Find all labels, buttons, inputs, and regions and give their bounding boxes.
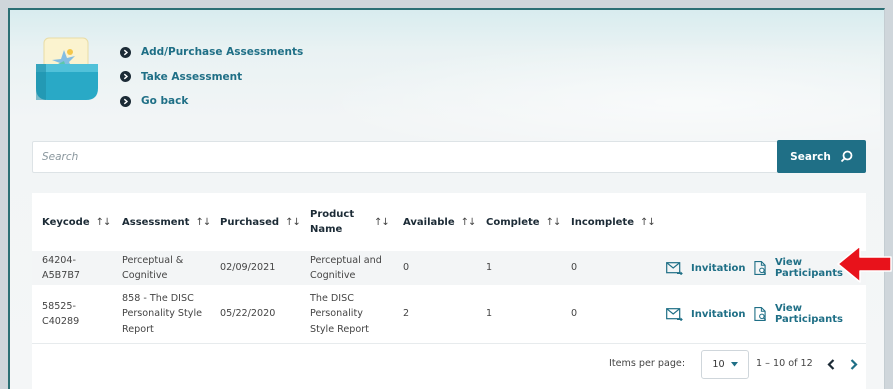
sort-icon: ↑↓ — [460, 216, 477, 228]
cell-available: 0 — [403, 262, 410, 274]
search-input[interactable] — [32, 141, 778, 173]
chevron-right-circle-icon — [120, 46, 131, 58]
cell-purchased: 05/22/2020 — [220, 308, 276, 320]
invitation-button[interactable]: Invitation — [666, 251, 746, 285]
column-header-incomplete[interactable]: Incomplete ↑↓ — [571, 193, 656, 251]
red-arrow-icon — [837, 245, 892, 283]
table-row: 58525-C40289 858 - The DISC Personality … — [32, 285, 866, 344]
chevron-right-circle-icon — [120, 71, 131, 83]
cell-purchased: 02/09/2021 — [220, 262, 276, 274]
column-header-keycode[interactable]: Keycode ↑↓ — [42, 193, 112, 251]
cell-complete: 1 — [486, 308, 493, 320]
cell-keycode: 64204-A5B7B7 — [42, 254, 81, 281]
cell-assessment: Perceptual & Cognitive — [122, 254, 184, 281]
previous-page-button[interactable] — [822, 355, 840, 373]
envelope-icon — [666, 307, 683, 321]
go-back-link[interactable]: Go back — [120, 89, 303, 114]
table-row: 64204-A5B7B7 Perceptual & Cognitive 02/0… — [32, 251, 866, 285]
next-page-button[interactable] — [845, 355, 863, 373]
view-participants-button[interactable]: View Participants — [754, 285, 866, 343]
chevron-left-icon — [827, 358, 835, 370]
sort-icon: ↑↓ — [285, 216, 301, 228]
quick-links: Add/Purchase Assessments Take Assessment… — [120, 40, 303, 114]
assessments-table: Keycode ↑↓ Assessment ↑↓ Purchased ↑↓ Produ… — [32, 193, 866, 389]
page-range-label: 1 – 10 of 12 — [756, 358, 813, 369]
chevron-right-circle-icon — [120, 95, 131, 107]
link-label: Take Assessment — [141, 70, 243, 83]
caret-down-icon — [730, 362, 738, 367]
link-label: Add/Purchase Assessments — [141, 46, 304, 59]
envelope-icon — [666, 261, 683, 275]
chevron-right-icon — [850, 358, 858, 370]
cell-incomplete: 0 — [571, 308, 578, 320]
search-button[interactable]: Search — [777, 140, 866, 173]
sort-icon: ↑↓ — [640, 216, 656, 228]
cell-keycode: 58525-C40289 — [42, 300, 80, 327]
search-bar: Search — [32, 140, 866, 173]
sort-icon: ↑↓ — [545, 216, 562, 228]
cell-available: 2 — [403, 308, 410, 320]
add-purchase-assessments-link[interactable]: Add/Purchase Assessments — [120, 40, 303, 65]
column-header-assessment[interactable]: Assessment ↑↓ — [122, 193, 211, 251]
invitation-button[interactable]: Invitation — [666, 285, 746, 343]
document-search-icon — [754, 260, 767, 276]
paginator: Items per page: 10 1 – 10 of 12 — [32, 344, 866, 389]
sort-icon: ↑↓ — [95, 216, 112, 228]
cell-complete: 1 — [486, 262, 493, 274]
cell-product-name: Perceptual and Cognitive — [310, 254, 382, 281]
app-window: Add/Purchase Assessments Take Assessment… — [8, 8, 885, 389]
link-label: Go back — [141, 95, 189, 108]
column-header-purchased[interactable]: Purchased ↑↓ — [220, 193, 301, 251]
cell-assessment: 858 - The DISC Personality Style Report — [122, 292, 203, 335]
document-search-icon — [754, 306, 767, 322]
sort-icon: ↑↓ — [195, 216, 211, 228]
cell-incomplete: 0 — [571, 262, 578, 274]
cell-product-name: The DISC Personality Style Report — [310, 292, 369, 335]
take-assessment-link[interactable]: Take Assessment — [120, 65, 303, 90]
hero-background — [240, 30, 880, 150]
column-header-product-name[interactable]: Product Name ↑↓ — [310, 193, 390, 251]
search-icon — [840, 150, 853, 163]
page-size-select[interactable]: 10 — [701, 350, 749, 379]
items-per-page-label: Items per page: — [609, 358, 686, 369]
column-header-available[interactable]: Available ↑↓ — [403, 193, 477, 251]
assessment-box-logo-icon — [36, 37, 98, 100]
search-button-label: Search — [790, 150, 831, 163]
sort-icon: ↑↓ — [374, 216, 390, 228]
column-header-complete[interactable]: Complete ↑↓ — [486, 193, 562, 251]
